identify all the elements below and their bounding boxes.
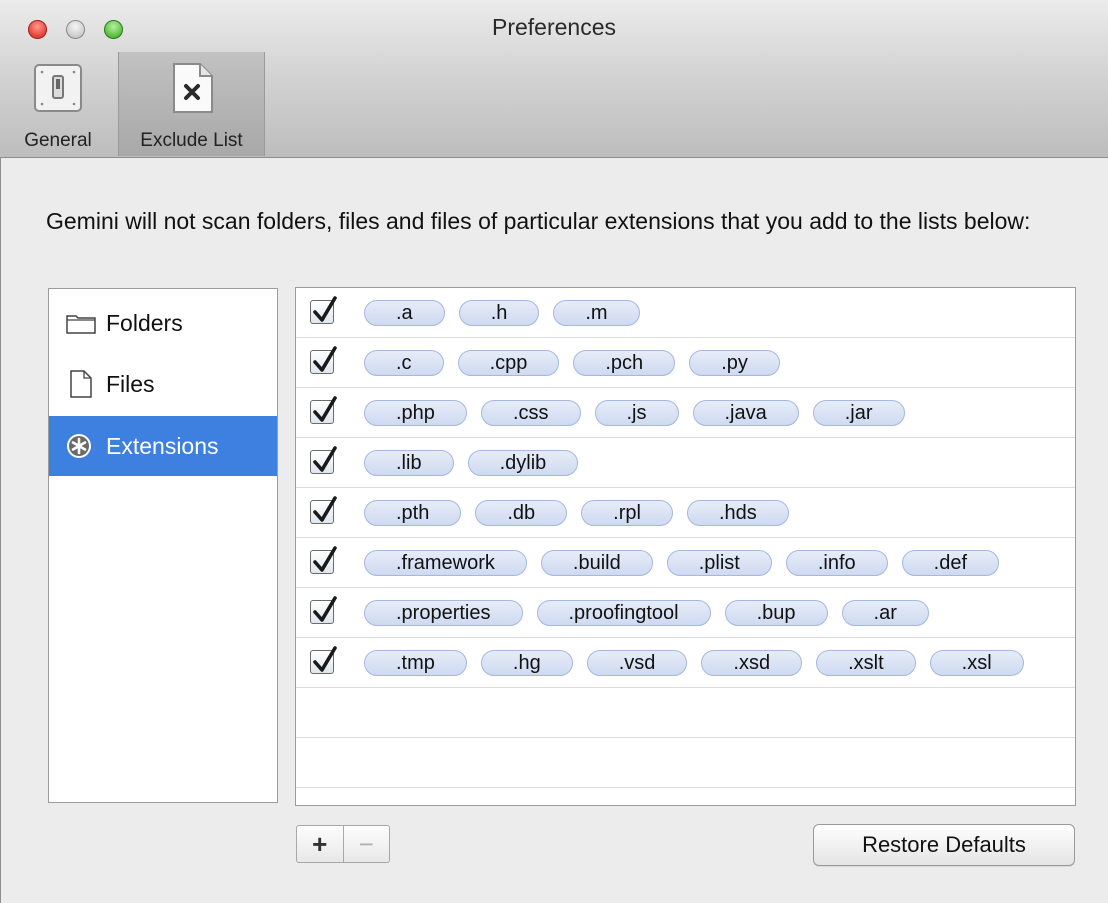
extension-token[interactable]: .lib (364, 450, 454, 476)
exclude-category-list: Folders Files Extensions (48, 288, 278, 803)
extension-row: .properties .proofingtool .bup .ar (296, 588, 1075, 638)
sidebar-item-extensions[interactable]: Extensions (49, 416, 277, 476)
extension-token[interactable]: .ar (841, 600, 929, 626)
row-checkbox[interactable] (310, 446, 337, 474)
extension-row: .tmp .hg .vsd .xsd .xslt .xsl (296, 638, 1075, 688)
extension-row: .lib .dylib (296, 438, 1075, 488)
checkmark-icon (313, 446, 337, 472)
row-checkbox[interactable] (310, 496, 337, 524)
row-checkbox[interactable] (310, 546, 337, 574)
extension-token[interactable]: .tmp (364, 650, 467, 676)
extension-token[interactable]: .py (689, 350, 780, 376)
extension-token[interactable]: .dylib (467, 450, 579, 476)
row-checkbox[interactable] (310, 646, 337, 674)
checkmark-icon (313, 296, 337, 322)
asterisk-badge-icon (66, 433, 106, 459)
extension-token[interactable]: .c (364, 350, 444, 376)
row-checkbox[interactable] (310, 596, 337, 624)
folder-icon (66, 312, 106, 334)
extension-token[interactable]: .info (785, 550, 888, 576)
checkmark-icon (313, 596, 337, 622)
checkmark-icon (313, 396, 337, 422)
extension-token[interactable]: .a (364, 300, 445, 326)
extension-token[interactable]: .pch (573, 350, 676, 376)
remove-button[interactable]: − (344, 826, 390, 862)
description-text: Gemini will not scan folders, files and … (46, 208, 1031, 234)
extension-token[interactable]: .def (901, 550, 1000, 576)
toolbar-exclude-list-button[interactable]: Exclude List (118, 52, 265, 156)
file-icon (66, 370, 106, 398)
extension-token[interactable]: .xsd (701, 650, 803, 676)
extension-token[interactable]: .hds (686, 500, 789, 526)
window-title: Preferences (491, 14, 616, 40)
extensions-list: .a .h .m .c .cpp .pch .py .php .css .js … (295, 287, 1076, 806)
toolbar-exclude-list-label: Exclude List (140, 130, 243, 151)
checkmark-icon (313, 346, 337, 372)
restore-defaults-button[interactable]: Restore Defaults (813, 824, 1075, 866)
window-edge (0, 157, 1, 903)
extension-token[interactable]: .css (480, 400, 581, 426)
extension-token[interactable]: .hg (480, 650, 573, 676)
empty-row (296, 738, 1075, 788)
extension-token[interactable]: .rpl (581, 500, 673, 526)
add-remove-control: + − (296, 825, 390, 863)
sidebar-item-label: Folders (106, 309, 183, 336)
toolbar-general-label: General (24, 130, 92, 151)
extension-token[interactable]: .cpp (457, 350, 560, 376)
row-checkbox[interactable] (310, 396, 337, 424)
switch-icon (34, 64, 82, 112)
sidebar-item-files[interactable]: Files (49, 354, 277, 414)
sidebar-item-label: Extensions (106, 432, 219, 459)
add-button[interactable]: + (297, 826, 344, 862)
row-checkbox[interactable] (310, 346, 337, 374)
extension-token[interactable]: .js (594, 400, 679, 426)
checkmark-icon (313, 546, 337, 572)
extension-token[interactable]: .xslt (816, 650, 916, 676)
extension-row: .pth .db .rpl .hds (296, 488, 1075, 538)
extension-row: .framework .build .plist .info .def (296, 538, 1075, 588)
extension-token[interactable]: .pth (364, 500, 462, 526)
extension-token[interactable]: .build (540, 550, 653, 576)
extension-row: .php .css .js .java .jar (296, 388, 1075, 438)
sidebar-item-label: Files (106, 370, 155, 397)
extension-token[interactable]: .php (364, 400, 467, 426)
extension-token[interactable]: .proofingtool (536, 600, 711, 626)
checkmark-icon (313, 496, 337, 522)
extension-row: .c .cpp .pch .py (296, 338, 1075, 388)
extension-token[interactable]: .properties (364, 600, 523, 626)
extension-token[interactable]: .m (553, 300, 640, 326)
extension-token[interactable]: .bup (724, 600, 828, 626)
extension-token[interactable]: .framework (364, 550, 527, 576)
extension-row: .a .h .m (296, 288, 1075, 338)
extension-token[interactable]: .java (692, 400, 799, 426)
row-checkbox[interactable] (310, 296, 337, 324)
extension-token[interactable]: .db (475, 500, 568, 526)
toolbar-general-button[interactable]: General (4, 52, 112, 156)
sidebar-item-folders[interactable]: Folders (49, 293, 277, 353)
checkmark-icon (313, 646, 337, 672)
extension-token[interactable]: .plist (666, 550, 772, 576)
extension-token[interactable]: .vsd (586, 650, 688, 676)
document-x-icon (172, 63, 213, 113)
extension-token[interactable]: .h (458, 300, 540, 326)
title-bar: Preferences General Exclude List (0, 0, 1108, 158)
extension-token[interactable]: .jar (812, 400, 905, 426)
empty-row (296, 688, 1075, 738)
extension-token[interactable]: .xsl (929, 650, 1024, 676)
